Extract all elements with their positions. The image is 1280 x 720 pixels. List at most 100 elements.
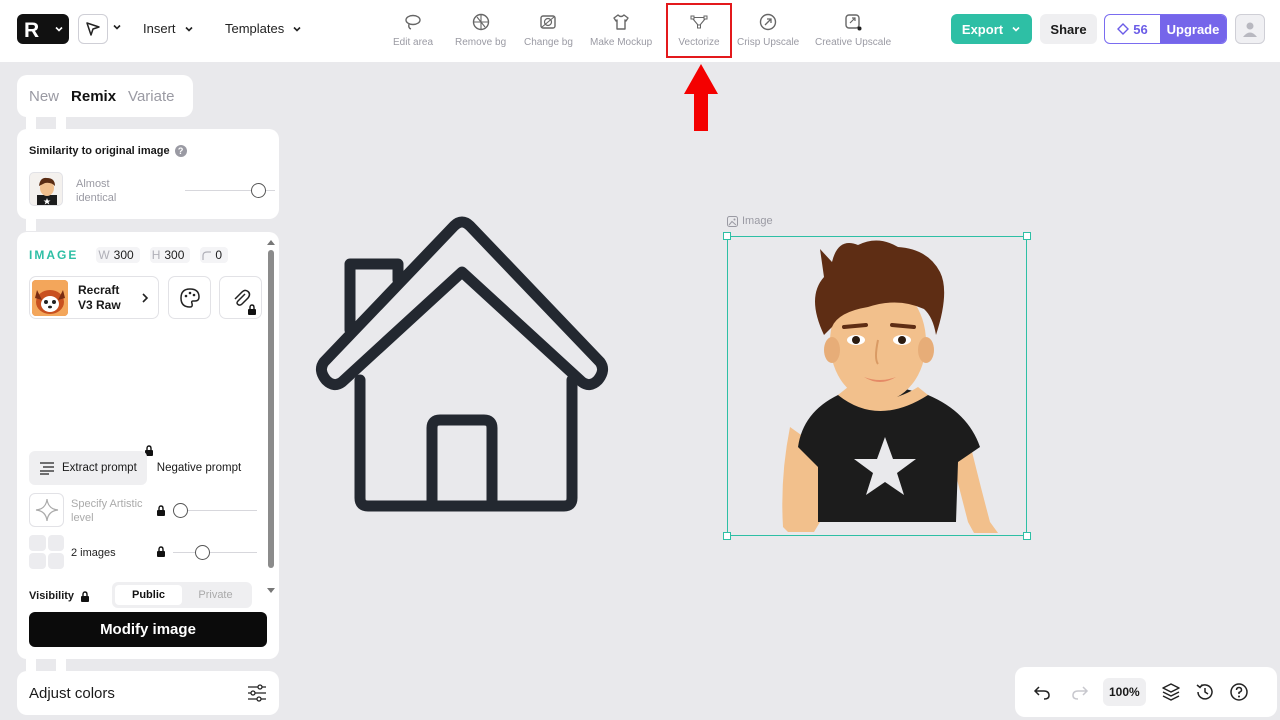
tool-label: Crisp Upscale — [737, 37, 800, 48]
house-vector-image[interactable] — [312, 212, 612, 514]
upgrade-button[interactable]: Upgrade — [1160, 15, 1226, 43]
credits-upgrade-group: 56 Upgrade — [1104, 14, 1227, 44]
creative-upscale-tool[interactable]: Creative Upscale — [815, 12, 891, 54]
crisp-upscale-tool[interactable]: Crisp Upscale — [737, 12, 799, 54]
negative-prompt-button[interactable]: Negative prompt — [147, 451, 251, 485]
width-value: 300 — [113, 248, 134, 262]
visibility-public-option[interactable]: Public — [115, 585, 182, 605]
resize-handle-bottom-right[interactable] — [1023, 532, 1031, 540]
scrollbar-thumb[interactable] — [268, 250, 274, 568]
visibility-private-option[interactable]: Private — [182, 589, 249, 601]
help-button[interactable] — [1222, 682, 1256, 702]
similarity-card: Similarity to original image ? Almost id… — [17, 129, 279, 219]
image-heading: IMAGE — [29, 248, 79, 262]
character-image — [782, 240, 998, 533]
original-image-thumbnail — [29, 172, 63, 206]
height-value: 300 — [164, 248, 185, 262]
sliders-icon — [248, 684, 266, 702]
tool-label: Vectorize — [678, 37, 720, 48]
images-count-slider-knob[interactable] — [195, 545, 210, 560]
tab-remix[interactable]: Remix — [71, 88, 116, 105]
undo-button[interactable] — [1025, 683, 1059, 701]
similarity-title: Similarity to original image ? — [29, 145, 187, 157]
artistic-level-label: Specify Artistic level — [71, 498, 143, 524]
panel-scrollbar[interactable] — [266, 236, 276, 598]
svg-text:R: R — [24, 19, 39, 39]
change-bg-tool[interactable]: Change bg — [524, 12, 573, 54]
panel-connector — [56, 117, 66, 129]
corner-radius-field[interactable]: 0 — [200, 247, 229, 263]
height-field[interactable]: H 300 — [149, 247, 191, 263]
insert-label: Insert — [143, 21, 176, 36]
share-button[interactable]: Share — [1040, 14, 1097, 44]
history-button[interactable] — [1188, 682, 1222, 702]
credits-value: 56 — [1133, 21, 1148, 37]
artistic-level-slider-knob[interactable] — [173, 503, 188, 518]
sparkle-icon — [35, 498, 58, 522]
model-name-label: Recraft V3 Raw — [78, 282, 121, 312]
resize-handle-top-right[interactable] — [1023, 232, 1031, 240]
app-logo-menu[interactable]: R — [17, 14, 69, 44]
creative-upscale-icon — [845, 14, 862, 31]
undo-icon — [1033, 686, 1050, 700]
text-lines-icon — [40, 462, 54, 475]
edit-area-tool[interactable]: Edit area — [393, 12, 433, 54]
upgrade-label: Upgrade — [1166, 21, 1220, 37]
width-field[interactable]: W 300 — [96, 247, 140, 263]
make-mockup-tool[interactable]: Make Mockup — [590, 12, 652, 54]
chevron-right-icon — [142, 292, 149, 303]
images-count-slider-track[interactable] — [173, 552, 257, 553]
extract-prompt-button[interactable]: Extract prompt — [29, 451, 147, 485]
modify-image-button[interactable]: Modify image — [29, 612, 267, 647]
image-dimensions-row: IMAGE W 300 H 300 0 — [29, 247, 229, 263]
pointer-tool-button[interactable] — [78, 14, 108, 44]
scroll-down-icon — [267, 588, 275, 593]
tshirt-icon — [613, 14, 629, 30]
resize-handle-top-left[interactable] — [723, 232, 731, 240]
remove-bg-tool[interactable]: Remove bg — [455, 12, 506, 54]
layers-button[interactable] — [1154, 682, 1188, 702]
vectorize-tool[interactable]: Vectorize — [666, 3, 732, 58]
templates-menu[interactable]: Templates — [225, 21, 302, 36]
export-button[interactable]: Export — [951, 14, 1032, 44]
modify-image-label: Modify image — [100, 621, 196, 638]
style-palette-button[interactable] — [168, 276, 211, 319]
image-settings-card: IMAGE W 300 H 300 0 Recraft V3 Raw Extra… — [17, 232, 279, 659]
tool-label: Creative Upscale — [815, 37, 892, 48]
mode-tabs: New Remix Variate — [17, 75, 193, 117]
chevron-down-icon — [184, 26, 193, 32]
resize-handle-bottom-left[interactable] — [723, 532, 731, 540]
corner-radius-value: 0 — [215, 248, 223, 262]
canvas-controls: 100% — [1015, 667, 1277, 717]
share-label: Share — [1050, 21, 1087, 37]
visibility-toggle: Public Private — [112, 582, 252, 608]
images-count-label: 2 images — [71, 547, 116, 559]
redo-button[interactable] — [1063, 683, 1097, 701]
tab-new[interactable]: New — [29, 88, 59, 105]
height-key: H — [151, 248, 161, 262]
avatar[interactable] — [1235, 14, 1265, 44]
width-key: W — [98, 248, 110, 262]
lasso-icon — [405, 14, 421, 30]
tool-label: Change bg — [524, 37, 573, 48]
adjust-colors-card[interactable]: Adjust colors — [17, 671, 279, 715]
lock-icon — [157, 546, 165, 557]
templates-label: Templates — [225, 21, 285, 36]
extract-prompt-label: Extract prompt — [62, 462, 137, 474]
selected-image-frame[interactable] — [723, 232, 1031, 540]
chevron-down-icon — [293, 26, 301, 32]
corner-radius-icon — [202, 250, 212, 260]
help-icon[interactable]: ? — [174, 145, 187, 157]
similarity-slider-knob[interactable] — [251, 183, 266, 198]
redo-icon — [1072, 686, 1089, 700]
attach-reference-button[interactable] — [219, 276, 262, 319]
model-selector-button[interactable]: Recraft V3 Raw — [29, 276, 159, 319]
chevron-down-icon[interactable] — [112, 22, 122, 32]
zoom-level[interactable]: 100% — [1103, 678, 1146, 706]
visibility-label: Visibility — [29, 590, 75, 602]
history-icon — [1196, 684, 1213, 700]
tab-variate[interactable]: Variate — [128, 88, 174, 105]
insert-menu[interactable]: Insert — [143, 21, 194, 36]
credits-count[interactable]: 56 — [1105, 15, 1160, 43]
scroll-up-icon — [267, 240, 275, 245]
